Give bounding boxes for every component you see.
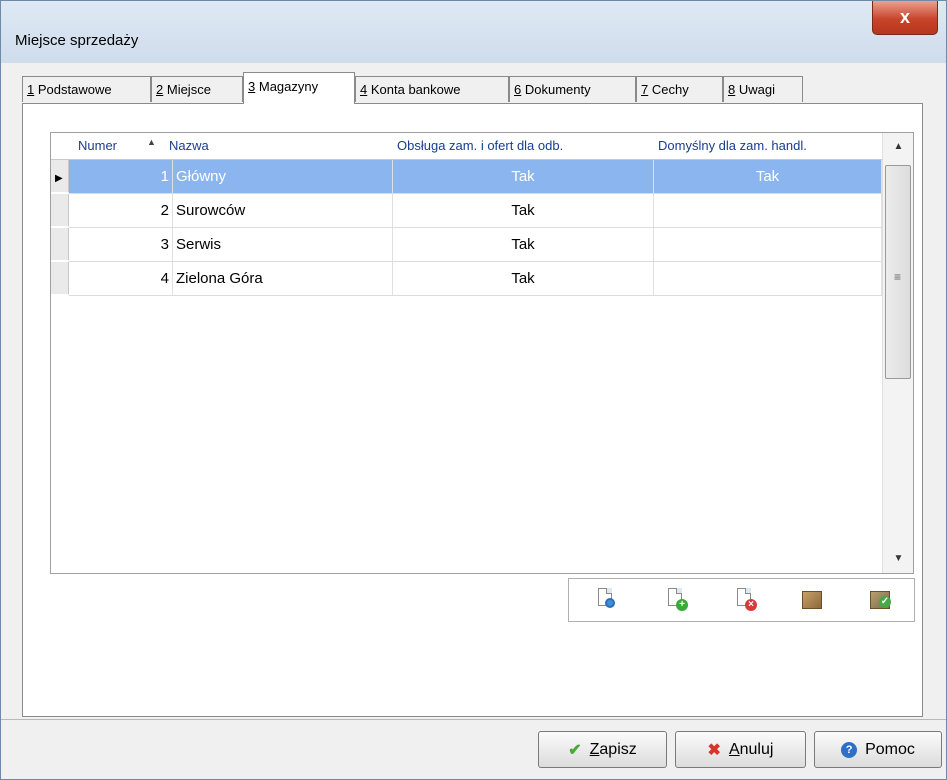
column-header-domyslny[interactable]: Domyślny dla zam. handl. (658, 133, 807, 159)
table-row[interactable]: 3 Serwis Tak (51, 228, 882, 261)
scroll-up-icon[interactable]: ▲ (883, 135, 913, 159)
tab-cechy[interactable]: 7 Cechy (636, 76, 723, 102)
tab-miejsce[interactable]: 2 Miejsce (151, 76, 243, 102)
cell-numer: 1 (69, 160, 173, 193)
cell-domyslny (654, 228, 882, 261)
warehouse-box-icon[interactable] (799, 587, 825, 613)
cell-obsluga: Tak (393, 262, 654, 295)
cell-numer: 4 (69, 262, 173, 295)
footer-separator (1, 719, 946, 720)
cell-domyslny (654, 262, 882, 295)
column-header-nazwa[interactable]: Nazwa (169, 133, 209, 159)
cancel-x-icon: ✖ (707, 741, 721, 759)
cell-nazwa: Zielona Góra (173, 262, 393, 295)
table-row[interactable]: 2 Surowców Tak (51, 194, 882, 227)
cancel-button[interactable]: ✖ Anuluj (675, 731, 806, 768)
scrollbar-thumb[interactable]: ≡ (885, 165, 911, 379)
close-button[interactable]: x (872, 1, 938, 35)
row-indicator (51, 194, 69, 227)
grid-toolbar: + × ✓ (568, 578, 915, 622)
help-button[interactable]: ? Pomoc (814, 731, 942, 768)
grip-icon: ≡ (894, 270, 902, 284)
table-row[interactable]: 4 Zielona Góra Tak (51, 262, 882, 295)
checkmark-icon: ✔ (568, 741, 582, 759)
tab-magazyny[interactable]: 3 Magazyny (243, 72, 355, 104)
view-document-icon[interactable] (593, 587, 619, 613)
cell-domyslny (654, 194, 882, 227)
tab-dokumenty[interactable]: 6 Dokumenty (509, 76, 636, 102)
column-header-obsluga[interactable]: Obsługa zam. i ofert dla odb. (397, 133, 563, 159)
warehouses-grid: Numer ▲ Nazwa Obsługa zam. i ofert dla o… (50, 132, 914, 574)
row-indicator (51, 262, 69, 295)
dialog-window: Miejsce sprzedaży x 1 Podstawowe 2 Miejs… (0, 0, 947, 780)
help-icon: ? (841, 741, 858, 758)
cell-obsluga: Tak (393, 228, 654, 261)
tab-konta-bankowe[interactable]: 4 Konta bankowe (355, 76, 509, 102)
grid-header: Numer ▲ Nazwa Obsługa zam. i ofert dla o… (51, 133, 882, 160)
delete-document-icon[interactable]: × (732, 587, 758, 613)
save-button[interactable]: ✔ Zapisz (538, 731, 667, 768)
current-row-icon: ▶ (55, 173, 63, 184)
cell-numer: 2 (69, 194, 173, 227)
row-indicator (51, 228, 69, 261)
cell-numer: 3 (69, 228, 173, 261)
tab-panel-magazyny: Numer ▲ Nazwa Obsługa zam. i ofert dla o… (22, 103, 923, 717)
row-indicator: ▶ (51, 160, 69, 193)
cell-nazwa: Serwis (173, 228, 393, 261)
cell-obsluga: Tak (393, 194, 654, 227)
row-divider (69, 295, 882, 296)
approve-icon[interactable]: ✓ (867, 587, 893, 613)
close-icon: x (899, 7, 910, 27)
sort-ascending-icon: ▲ (147, 137, 156, 147)
tab-podstawowe[interactable]: 1 Podstawowe (22, 76, 151, 102)
add-document-icon[interactable]: + (663, 587, 689, 613)
cell-domyslny: Tak (654, 160, 882, 193)
title-bar: Miejsce sprzedaży x (1, 1, 946, 63)
column-header-numer[interactable]: Numer (78, 133, 117, 159)
table-row[interactable]: ▶ 1 Główny Tak Tak (51, 160, 882, 193)
window-title: Miejsce sprzedaży (15, 32, 139, 49)
cell-nazwa: Surowców (173, 194, 393, 227)
tab-uwagi[interactable]: 8 Uwagi (723, 76, 803, 102)
cell-nazwa: Główny (173, 160, 393, 193)
vertical-scrollbar[interactable]: ▲ ≡ ▼ (882, 133, 913, 573)
cell-obsluga: Tak (393, 160, 654, 193)
scroll-down-icon[interactable]: ▼ (883, 547, 913, 571)
